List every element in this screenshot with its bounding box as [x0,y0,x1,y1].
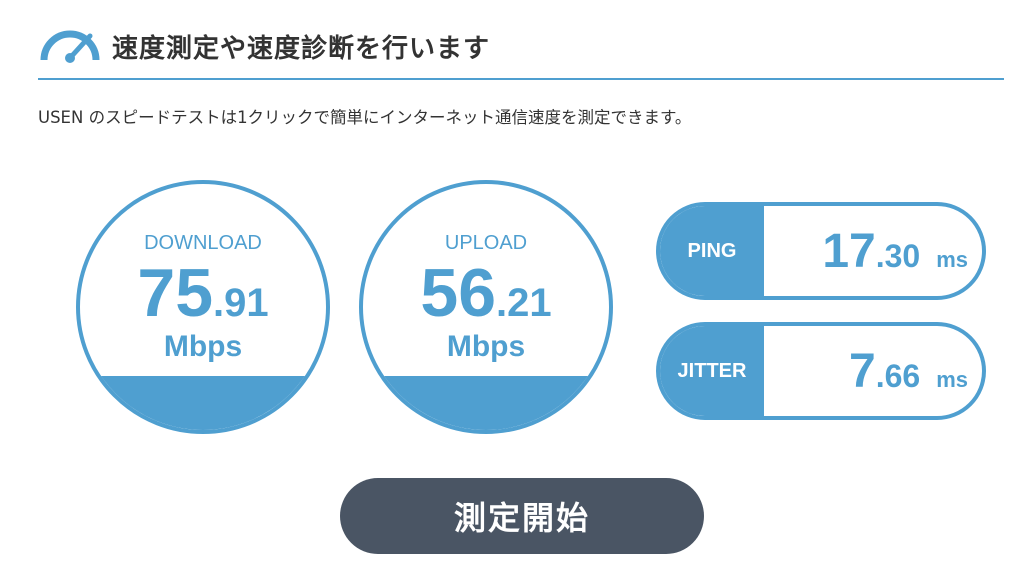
intro-text: USEN のスピードテストは1クリックで簡単にインターネット通信速度を測定できま… [38,108,692,127]
jitter-value-int: 7 [849,345,876,398]
ping-value-int: 17 [822,225,876,278]
ping-value: 17.30 ms [822,206,968,296]
ping-unit: ms [936,247,968,272]
download-gauge-fill [80,376,326,430]
ping-panel: PING 17.30 ms [656,202,986,300]
download-gauge: DOWNLOAD 75.91 Mbps [76,180,330,434]
page-header: 速度測定や速度診断を行います [38,22,1004,80]
upload-value-dec: .21 [496,281,552,325]
speedometer-icon [40,30,100,63]
upload-unit: Mbps [446,330,526,363]
upload-label: UPLOAD [444,232,528,254]
jitter-value: 7.66 ms [849,326,968,416]
upload-value-int: 56 [420,255,497,331]
jitter-panel: JITTER 7.66 ms [656,322,986,420]
ping-label: PING [660,206,764,296]
jitter-unit: ms [936,367,968,392]
download-label: DOWNLOAD [144,232,262,254]
download-unit: Mbps [163,330,243,363]
ping-value-dec: .30 [875,238,921,274]
download-value: 75.91 [80,254,326,332]
upload-gauge: UPLOAD 56.21 Mbps [359,180,613,434]
jitter-label: JITTER [660,326,764,416]
download-value-int: 75 [137,255,214,331]
upload-value: 56.21 [363,254,609,332]
upload-gauge-fill [363,376,609,430]
start-measurement-button[interactable]: 測定開始 [340,478,704,554]
download-value-dec: .91 [213,281,269,325]
page-title: 速度測定や速度診断を行います [112,34,491,64]
jitter-value-dec: .66 [875,358,921,394]
